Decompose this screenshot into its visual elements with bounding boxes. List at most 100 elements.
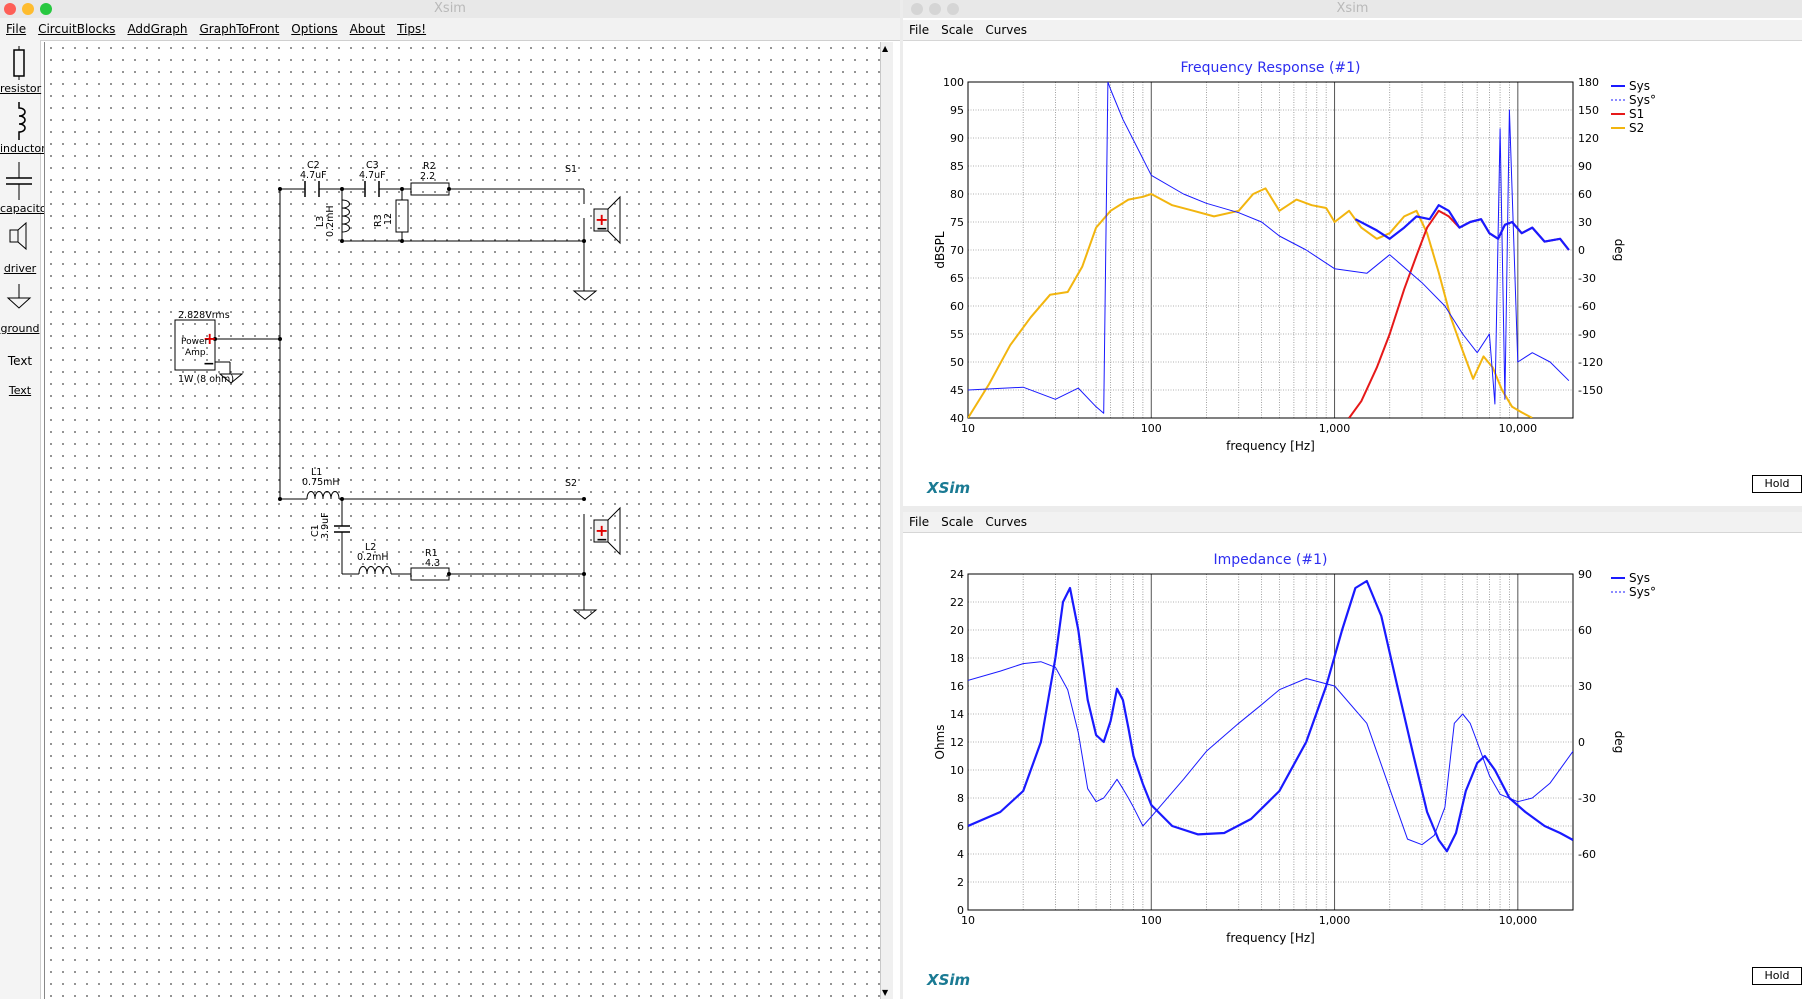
c2-value: 4.7uF [300,170,327,181]
y2-tick-label: 30 [1578,680,1592,693]
menu-file[interactable]: File [0,18,32,40]
y2-tick-label: 90 [1578,568,1592,581]
y-axis-label: dBSPL [933,231,947,268]
series-line-s2 [968,187,1533,418]
capacitor-icon[interactable] [0,160,40,204]
circuit-diagram: + + + − − − 2.828Vrms Power Amp. 1W (8 o… [174,160,621,620]
s2-label: S2 [565,478,577,489]
palette-driver[interactable]: driver [0,262,40,275]
amp-minus-sign: − [203,356,215,372]
y-tick-label: 45 [950,384,964,397]
series-line-s1 [1348,209,1570,418]
frequency-response-chart[interactable]: Frequency Response (#1)40455055606570758… [903,42,1802,502]
y-tick-label: 55 [950,328,964,341]
series-line-sys [1354,204,1570,251]
y-tick-label: 22 [950,596,964,609]
graph-minimize-button[interactable] [929,3,941,15]
menu-tips[interactable]: Tips! [391,18,432,40]
y-tick-label: 50 [950,356,964,369]
s2-minus-sign: − [596,532,608,548]
y2-tick-label: -150 [1578,384,1603,397]
s1-minus-sign: − [596,221,608,237]
inductor-icon[interactable] [0,100,40,144]
graph-close-button[interactable] [911,3,923,15]
x-tick-label: 1,000 [1319,422,1351,435]
palette-inductor[interactable]: inductor [0,142,46,155]
amp-label-2: Amp. [185,348,209,358]
main-menubar: File CircuitBlocks AddGraph GraphToFront Opt… [0,18,900,41]
menu-about[interactable]: About [344,18,391,40]
menu-file[interactable]: File [903,512,935,532]
ground-icon[interactable] [0,280,40,320]
menu-curves[interactable]: Curves [979,512,1033,532]
legend-label: Sys° [1629,93,1656,107]
y-tick-label: 16 [950,680,964,693]
menu-scale[interactable]: Scale [935,512,979,532]
menu-options[interactable]: Options [285,18,343,40]
legend-label: Sys [1629,571,1650,585]
graph-window-title-text: Xsim [1336,1,1369,16]
y-tick-label: 14 [950,708,964,721]
y-tick-label: 18 [950,652,964,665]
amp-label-1: Power [181,337,209,347]
menu-scale[interactable]: Scale [935,20,979,40]
y2-tick-label: 60 [1578,624,1592,637]
scroll-down-arrow[interactable]: ▼ [882,988,888,997]
driver-icon[interactable] [0,220,40,260]
schematic-canvas[interactable]: + + + − − − 2.828Vrms Power Amp. 1W (8 o… [44,42,880,999]
y2-tick-label: 150 [1578,104,1599,117]
frequency-response-panel: File Scale Curves Frequency Response (#1) 4… [903,18,1802,506]
l3-value: 0.2mH [325,205,336,237]
y-tick-label: 4 [957,848,964,861]
palette-capacitor[interactable]: capacitor [0,202,51,215]
graph-zoom-button[interactable] [947,3,959,15]
r3-value: 12 [383,213,394,225]
source-voltage: 2.828Vrms [178,310,230,321]
close-button[interactable] [4,3,16,15]
y2-tick-label: 90 [1578,160,1592,173]
menu-curves[interactable]: Curves [979,20,1033,40]
hold-button-2[interactable]: Hold [1752,967,1802,985]
brand-logo-2: XSim [927,971,971,989]
menu-addgraph[interactable]: AddGraph [121,18,193,40]
menu-graphtofront[interactable]: GraphToFront [193,18,285,40]
x-tick-label: 1,000 [1319,914,1351,927]
menu-circuitblocks[interactable]: CircuitBlocks [32,18,121,40]
minimize-button[interactable] [22,3,34,15]
x-axis-label: frequency [Hz] [1226,439,1315,453]
y-tick-label: 85 [950,160,964,173]
y2-tick-label: 0 [1578,736,1585,749]
y-tick-label: 95 [950,104,964,117]
y-tick-label: 70 [950,244,964,257]
graph-window: Xsim File Scale Curves Frequency Response … [903,0,1802,999]
y2-tick-label: -30 [1578,272,1596,285]
series-line-sys [968,579,1573,853]
x-tick-label: 10,000 [1499,422,1538,435]
scroll-up-arrow[interactable]: ▲ [882,44,888,53]
y-tick-label: 100 [943,76,964,89]
hold-button[interactable]: Hold [1752,475,1802,493]
r2-value: 2.2 [420,171,435,182]
c1-value: 3.9uF [320,512,331,539]
palette-resistor[interactable]: resistor [0,82,41,95]
y2-tick-label: 30 [1578,216,1592,229]
window-title: Xsim [0,0,900,19]
schematic-scrollbar[interactable]: ▲ ▼ [880,42,893,999]
zoom-button[interactable] [40,3,52,15]
s1-label: S1 [565,164,577,175]
y2-axis-label: deg [1612,731,1626,754]
resistor-icon[interactable] [0,46,40,86]
y2-tick-label: -60 [1578,848,1596,861]
window-title-text: Xsim [434,1,466,16]
palette-text[interactable]: Text [0,384,40,397]
palette-ground[interactable]: ground [0,322,40,335]
text-icon[interactable]: Text [0,354,40,368]
l2-value: 0.2mH [357,552,389,563]
impedance-chart[interactable]: Impedance (#1)024681012141618202224-60-3… [903,534,1802,994]
y-axis-label: Ohms [933,725,947,760]
y2-tick-label: 180 [1578,76,1599,89]
graph2-menubar: File Scale Curves [903,512,1802,533]
y-tick-label: 6 [957,820,964,833]
y-tick-label: 75 [950,216,964,229]
menu-file[interactable]: File [903,20,935,40]
